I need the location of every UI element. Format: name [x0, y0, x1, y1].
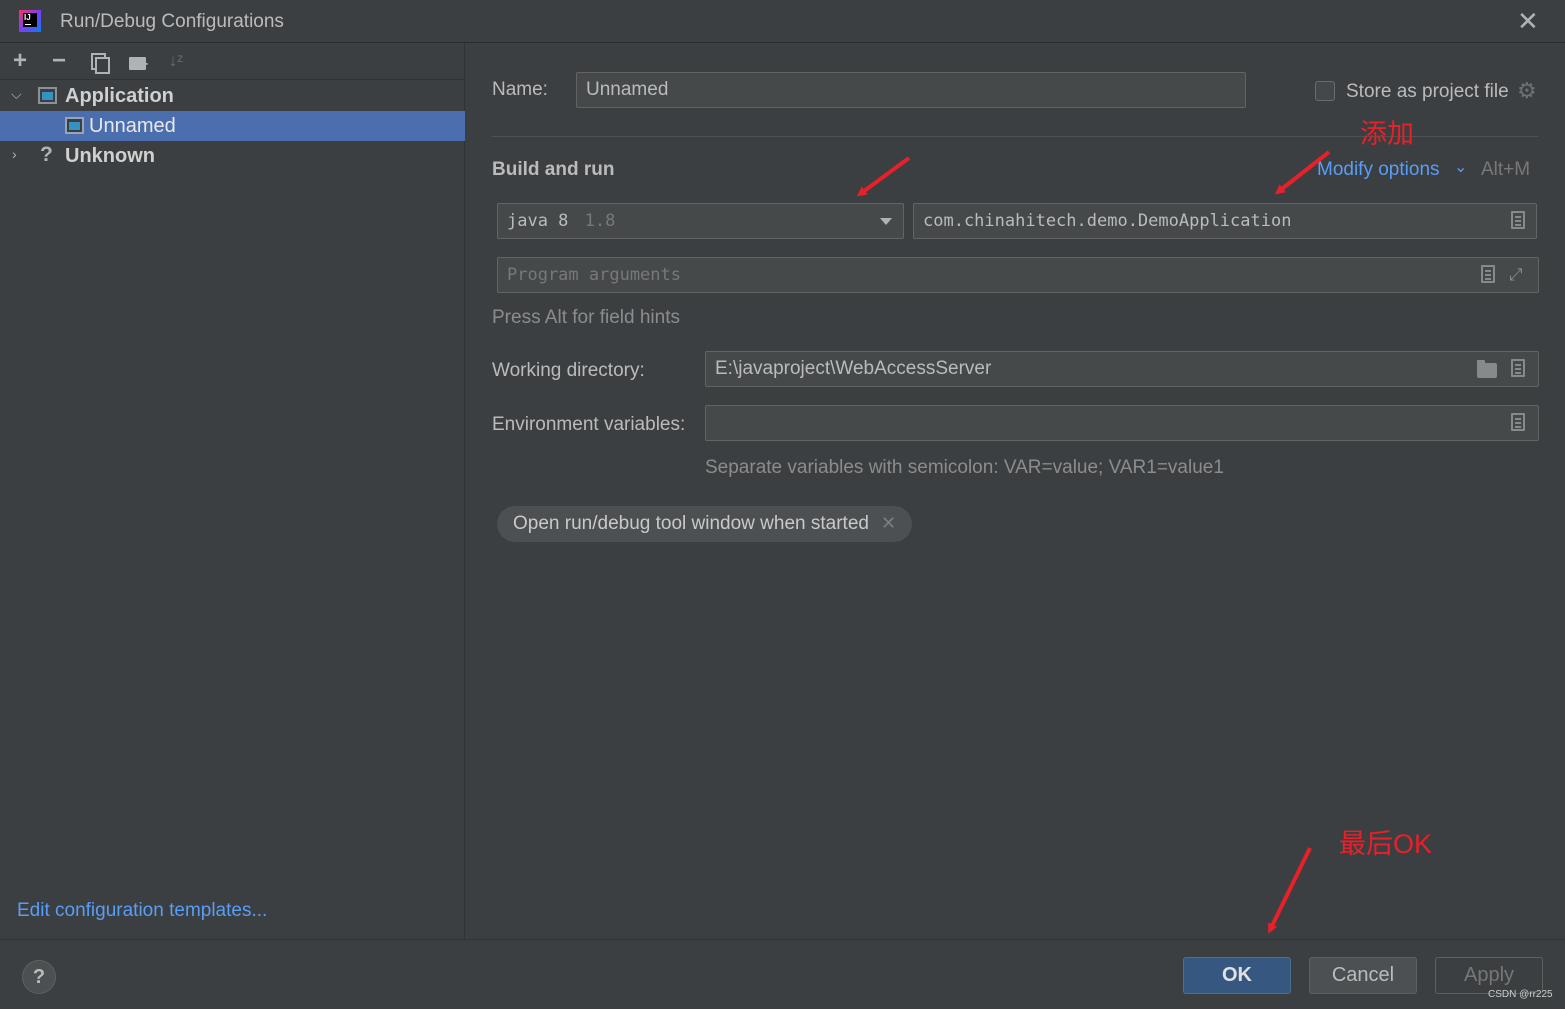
- insert-macros-icon[interactable]: [1481, 265, 1495, 283]
- intellij-logo-icon: IJ: [19, 10, 41, 32]
- insert-macros-icon[interactable]: [1511, 359, 1525, 377]
- edit-configuration-templates-link[interactable]: Edit configuration templates...: [17, 900, 267, 922]
- environment-variables-hint: Separate variables with semicolon: VAR=v…: [705, 457, 1224, 478]
- tree-item-label: Unknown: [65, 145, 155, 167]
- jdk-name: java 8: [507, 211, 569, 231]
- edit-environment-icon[interactable]: [1511, 413, 1525, 431]
- build-and-run-title: Build and run: [492, 159, 615, 180]
- browse-class-icon[interactable]: [1511, 211, 1525, 229]
- tree-item-application[interactable]: ⌵ Application: [0, 81, 465, 111]
- application-config-icon: [65, 117, 84, 134]
- question-icon: ?: [40, 143, 53, 166]
- dialog-button-bar: ? OK Cancel Apply CSDN @rr225: [0, 939, 1565, 1009]
- chevron-down-icon[interactable]: ⌄: [1454, 157, 1467, 177]
- minus-icon[interactable]: −: [46, 47, 72, 75]
- name-label: Name:: [492, 79, 548, 100]
- help-button[interactable]: ?: [22, 960, 56, 994]
- cancel-button[interactable]: Cancel: [1309, 957, 1417, 994]
- annotation-add: 添加: [1360, 119, 1414, 149]
- name-input[interactable]: Unnamed: [576, 72, 1246, 108]
- configuration-form: Name: Unnamed Store as project file ⚙ Bu…: [466, 43, 1565, 939]
- working-directory-input[interactable]: E:\javaproject\WebAccessServer: [705, 351, 1539, 387]
- title-bar: IJ Run/Debug Configurations ✕: [0, 0, 1565, 43]
- program-arguments-input[interactable]: Program arguments: [497, 257, 1539, 293]
- modify-options-link[interactable]: Modify options: [1317, 159, 1440, 181]
- sort-icon[interactable]: ↓ᶻ: [163, 47, 189, 75]
- new-folder-icon[interactable]: [125, 47, 151, 79]
- folder-icon[interactable]: [1477, 360, 1497, 378]
- ok-button[interactable]: OK: [1183, 957, 1291, 994]
- tree-item-label: Application: [65, 85, 174, 107]
- store-as-project-file-checkbox[interactable]: [1315, 81, 1335, 101]
- environment-variables-input[interactable]: [705, 405, 1539, 441]
- close-icon[interactable]: ✕: [1517, 6, 1539, 36]
- plus-icon[interactable]: +: [7, 47, 33, 75]
- expand-icon[interactable]: ⤢: [1509, 266, 1527, 284]
- chevron-down-icon[interactable]: ⌵: [11, 86, 25, 106]
- modify-options-shortcut: Alt+M: [1481, 159, 1531, 180]
- copy-icon[interactable]: [85, 47, 111, 75]
- chip-label: Open run/debug tool window when started: [513, 513, 869, 534]
- field-hints-text: Press Alt for field hints: [492, 307, 680, 328]
- application-icon: [38, 87, 57, 104]
- working-directory-label: Working directory:: [492, 360, 645, 381]
- jdk-version: 1.8: [584, 211, 616, 231]
- tree-toolbar: + − ↓ᶻ: [0, 43, 465, 80]
- dropdown-arrow-icon[interactable]: [880, 218, 892, 225]
- tree-item-unknown[interactable]: › ? Unknown: [0, 141, 465, 171]
- chevron-right-icon[interactable]: ›: [12, 146, 26, 166]
- open-tool-window-chip[interactable]: Open run/debug tool window when started ✕: [497, 506, 913, 542]
- watermark: CSDN @rr225: [1488, 989, 1553, 1000]
- main-class-input[interactable]: com.chinahitech.demo.DemoApplication: [913, 203, 1537, 239]
- gear-icon[interactable]: ⚙: [1517, 80, 1539, 102]
- tree-item-unnamed[interactable]: Unnamed: [0, 111, 465, 141]
- annotation-finally-ok: 最后OK: [1339, 829, 1433, 859]
- configurations-tree-panel: + − ↓ᶻ ⌵ Application Unnamed › ? Unknown…: [0, 43, 465, 939]
- close-icon[interactable]: ✕: [881, 513, 896, 533]
- jdk-select[interactable]: java 8 1.8: [497, 203, 904, 239]
- window-title: Run/Debug Configurations: [60, 11, 284, 32]
- tree-item-label: Unnamed: [89, 115, 176, 137]
- environment-variables-label: Environment variables:: [492, 414, 686, 435]
- store-as-project-file-label: Store as project file: [1346, 81, 1509, 102]
